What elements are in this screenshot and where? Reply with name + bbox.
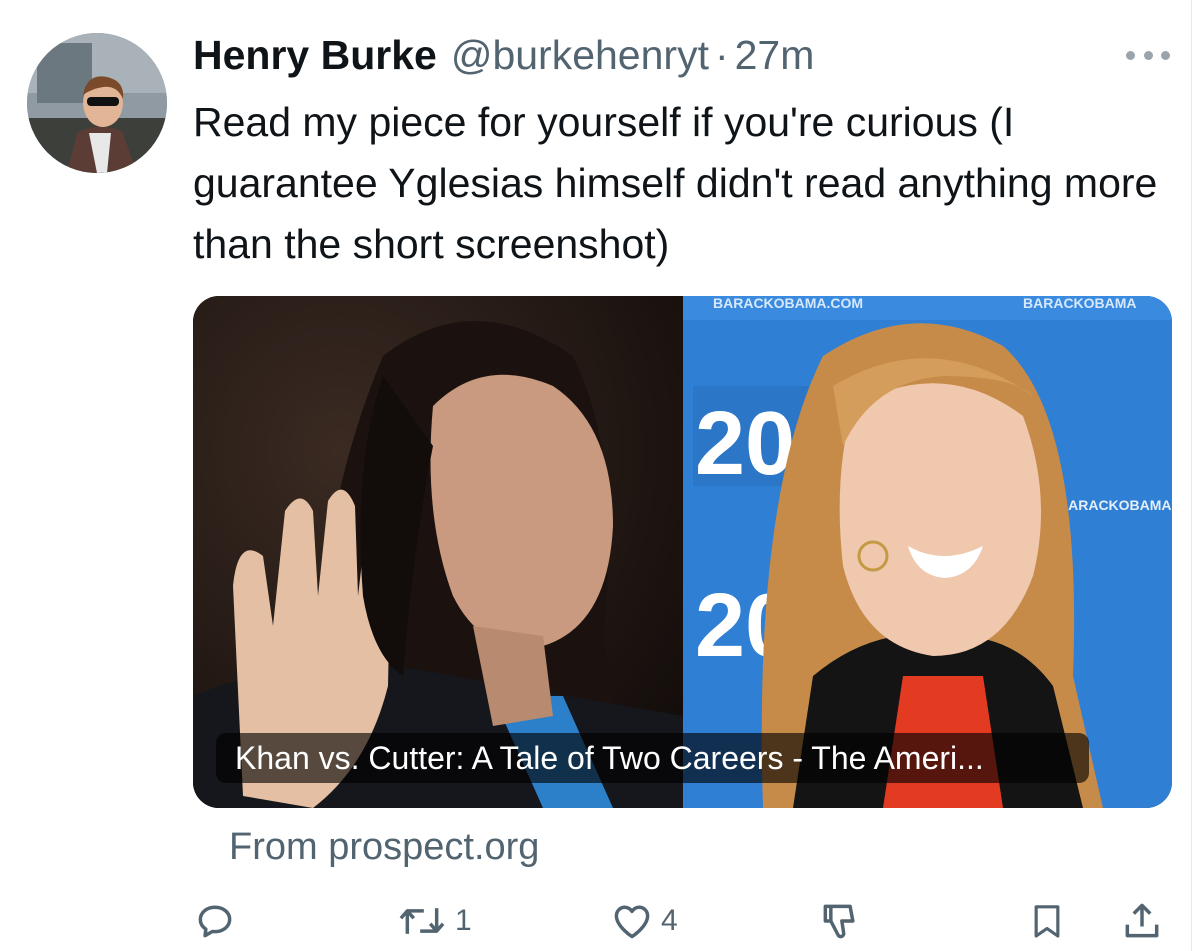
downvote-icon — [823, 904, 855, 939]
like-count: 4 — [661, 904, 678, 937]
user-handle[interactable]: @burkehenryt — [451, 30, 709, 80]
more-dot — [1126, 50, 1135, 60]
card-source[interactable]: From prospect.org — [229, 822, 539, 872]
avatar[interactable] — [27, 33, 167, 173]
card-image-left — [193, 296, 683, 808]
more-horizontal-icon[interactable] — [1126, 40, 1170, 70]
more-dot — [1161, 50, 1170, 60]
card-image-right: BARACKOBAMA.COM BARACKOBAMA 2012 2012 BA… — [683, 296, 1172, 808]
heart-icon — [614, 905, 650, 939]
retweet-icon — [399, 908, 445, 934]
like-button[interactable]: 4 — [609, 898, 678, 944]
separator: · — [714, 32, 729, 78]
backdrop-text: BARACKOBAMA.COM — [713, 296, 863, 311]
retweet-button[interactable]: 1 — [395, 898, 472, 944]
backdrop-text: BARACKOBAMA — [1058, 497, 1172, 513]
tweet-text: Read my piece for yourself if you're cur… — [193, 99, 1158, 267]
bookmark-button[interactable] — [1027, 898, 1067, 944]
link-card[interactable]: BARACKOBAMA.COM BARACKOBAMA 2012 2012 BA… — [193, 296, 1172, 808]
timestamp[interactable]: 27m — [735, 30, 815, 80]
card-title: Khan vs. Cutter: A Tale of Two Careers -… — [235, 740, 984, 776]
backdrop-text: BARACKOBAMA — [1023, 296, 1137, 311]
share-button[interactable] — [1120, 898, 1164, 944]
tweet-actions: 1 4 — [0, 890, 1200, 951]
share-icon — [1125, 903, 1159, 938]
downvote-button[interactable] — [818, 898, 862, 944]
bookmark-icon — [1034, 905, 1060, 938]
retweet-count: 1 — [455, 904, 472, 937]
more-dot — [1143, 50, 1153, 60]
display-name[interactable]: Henry Burke — [193, 30, 437, 80]
reply-button[interactable] — [193, 898, 243, 944]
tweet-header: Henry Burke @burkehenryt · 27m — [193, 30, 814, 80]
timeline-border — [1191, 0, 1192, 951]
reply-icon — [198, 905, 232, 938]
